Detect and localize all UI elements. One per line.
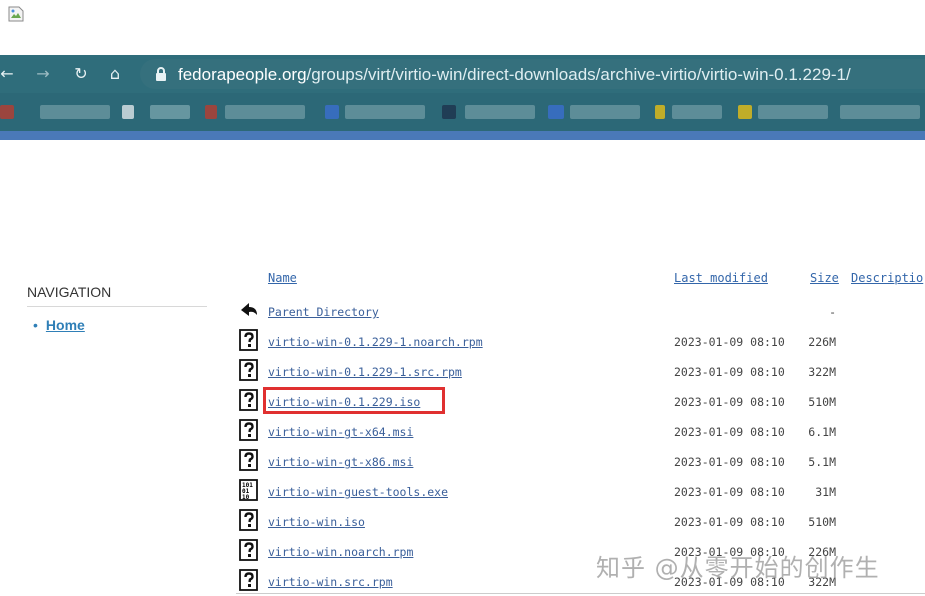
listing-row: 101 01 10 virtio-win-guest-tools.exe 2023-01… <box>236 476 925 506</box>
listing-row: virtio-win.iso 2023-01-09 08:10 510M <box>236 506 925 536</box>
bookmark-item[interactable] <box>225 105 305 119</box>
bookmark-item[interactable] <box>0 105 14 119</box>
file-modified: 2023-01-09 08:10 <box>674 485 785 499</box>
file-size: 31M <box>815 485 836 499</box>
file-size: 510M <box>808 515 836 529</box>
url-path: /groups/virt/virtio-win/direct-downloads… <box>306 65 851 84</box>
file-link[interactable]: virtio-win-gt-x64.msi <box>268 425 413 439</box>
url-text: fedorapeople.org/groups/virt/virtio-win/… <box>178 65 851 85</box>
bookmark-item[interactable] <box>570 105 640 119</box>
unknown-file-icon <box>238 509 260 531</box>
file-modified: 2023-01-09 08:10 <box>674 395 785 409</box>
browser-chrome: ← → ↻ ⌂ fedorapeople.org/groups/virt/vir… <box>0 55 925 140</box>
listing-row: virtio-win-gt-x64.msi 2023-01-09 08:10 6.1… <box>236 416 925 446</box>
highlight-box <box>263 387 445 414</box>
bookmark-item[interactable] <box>758 105 828 119</box>
nav-item-home: • Home <box>27 317 207 333</box>
file-size: 5.1M <box>808 455 836 469</box>
unknown-file-icon <box>238 419 260 441</box>
listing-bottom-rule <box>236 593 925 594</box>
browser-toolbar: ← → ↻ ⌂ fedorapeople.org/groups/virt/vir… <box>0 55 925 93</box>
file-size: 322M <box>808 365 836 379</box>
column-header-last-modified[interactable]: Last modified <box>674 271 768 285</box>
reload-icon[interactable]: ↻ <box>70 63 92 85</box>
svg-text:10: 10 <box>242 494 250 501</box>
home-icon[interactable]: ⌂ <box>104 63 126 85</box>
bookmark-item[interactable] <box>738 105 752 119</box>
lock-icon <box>156 67 166 81</box>
address-bar[interactable]: fedorapeople.org/groups/virt/virtio-win/… <box>140 59 925 89</box>
watermark-text: 知乎 @从零开始的创作生 <box>596 554 880 582</box>
bookmark-item[interactable] <box>205 105 217 119</box>
file-modified: 2023-01-09 08:10 <box>674 515 785 529</box>
bookmark-item[interactable] <box>840 105 920 119</box>
file-link[interactable]: virtio-win-0.1.229-1.src.rpm <box>268 365 462 379</box>
file-link[interactable]: virtio-win-gt-x86.msi <box>268 455 413 469</box>
file-modified: 2023-01-09 08:10 <box>674 365 785 379</box>
file-modified: 2023-01-09 08:10 <box>674 335 785 349</box>
column-header-size[interactable]: Size <box>810 271 839 285</box>
bookmark-item[interactable] <box>672 105 722 119</box>
listing-row: Parent Directory - <box>236 296 925 326</box>
file-modified: 2023-01-09 08:10 <box>674 455 785 469</box>
bookmark-item[interactable] <box>465 105 535 119</box>
navigation-panel: NAVIGATION • Home <box>27 284 207 333</box>
navigation-title: NAVIGATION <box>27 284 207 307</box>
bookmark-item[interactable] <box>40 105 110 119</box>
unknown-file-icon <box>238 569 260 591</box>
listing-row: virtio-win-gt-x86.msi 2023-01-09 08:10 5.1… <box>236 446 925 476</box>
unknown-file-icon <box>238 539 260 561</box>
bookmark-item[interactable] <box>345 105 425 119</box>
file-size: - <box>829 305 836 319</box>
bookmark-item[interactable] <box>442 105 456 119</box>
bullet: • <box>33 317 38 333</box>
listing-row: virtio-win-0.1.229-1.noarch.rpm 2023-01-0… <box>236 326 925 356</box>
unknown-file-icon <box>238 449 260 471</box>
url-host: fedorapeople.org <box>178 65 307 84</box>
column-header-name[interactable]: Name <box>268 271 297 285</box>
bookmark-item[interactable] <box>548 105 564 119</box>
binary-file-icon: 101 01 10 <box>238 479 260 501</box>
unknown-file-icon <box>238 389 260 411</box>
file-size: 226M <box>808 335 836 349</box>
file-link[interactable]: virtio-win-guest-tools.exe <box>268 485 448 499</box>
broken-image-icon <box>8 6 24 22</box>
unknown-file-icon <box>238 329 260 351</box>
bookmarks-bar <box>0 93 925 131</box>
bookmark-item[interactable] <box>150 105 190 119</box>
file-link[interactable]: virtio-win-0.1.229-1.noarch.rpm <box>268 335 483 349</box>
back-arrow-icon <box>238 299 260 321</box>
file-link[interactable]: virtio-win.iso <box>268 515 365 529</box>
bookmark-item[interactable] <box>122 105 134 119</box>
column-header-description[interactable]: Descriptio <box>851 271 923 285</box>
file-size: 510M <box>808 395 836 409</box>
forward-arrow-icon[interactable]: → <box>32 63 54 85</box>
file-link[interactable]: virtio-win.src.rpm <box>268 575 393 589</box>
bookmark-item[interactable] <box>655 105 665 119</box>
file-size: 6.1M <box>808 425 836 439</box>
home-link[interactable]: Home <box>46 317 85 333</box>
file-link[interactable]: virtio-win.noarch.rpm <box>268 545 413 559</box>
bookmark-item[interactable] <box>325 105 339 119</box>
page-top-border <box>0 131 925 140</box>
unknown-file-icon <box>238 359 260 381</box>
back-arrow-icon[interactable]: ← <box>0 63 18 85</box>
file-modified: 2023-01-09 08:10 <box>674 425 785 439</box>
parent-directory-link[interactable]: Parent Directory <box>268 305 379 319</box>
listing-row: virtio-win-0.1.229-1.src.rpm 2023-01-09 0… <box>236 356 925 386</box>
